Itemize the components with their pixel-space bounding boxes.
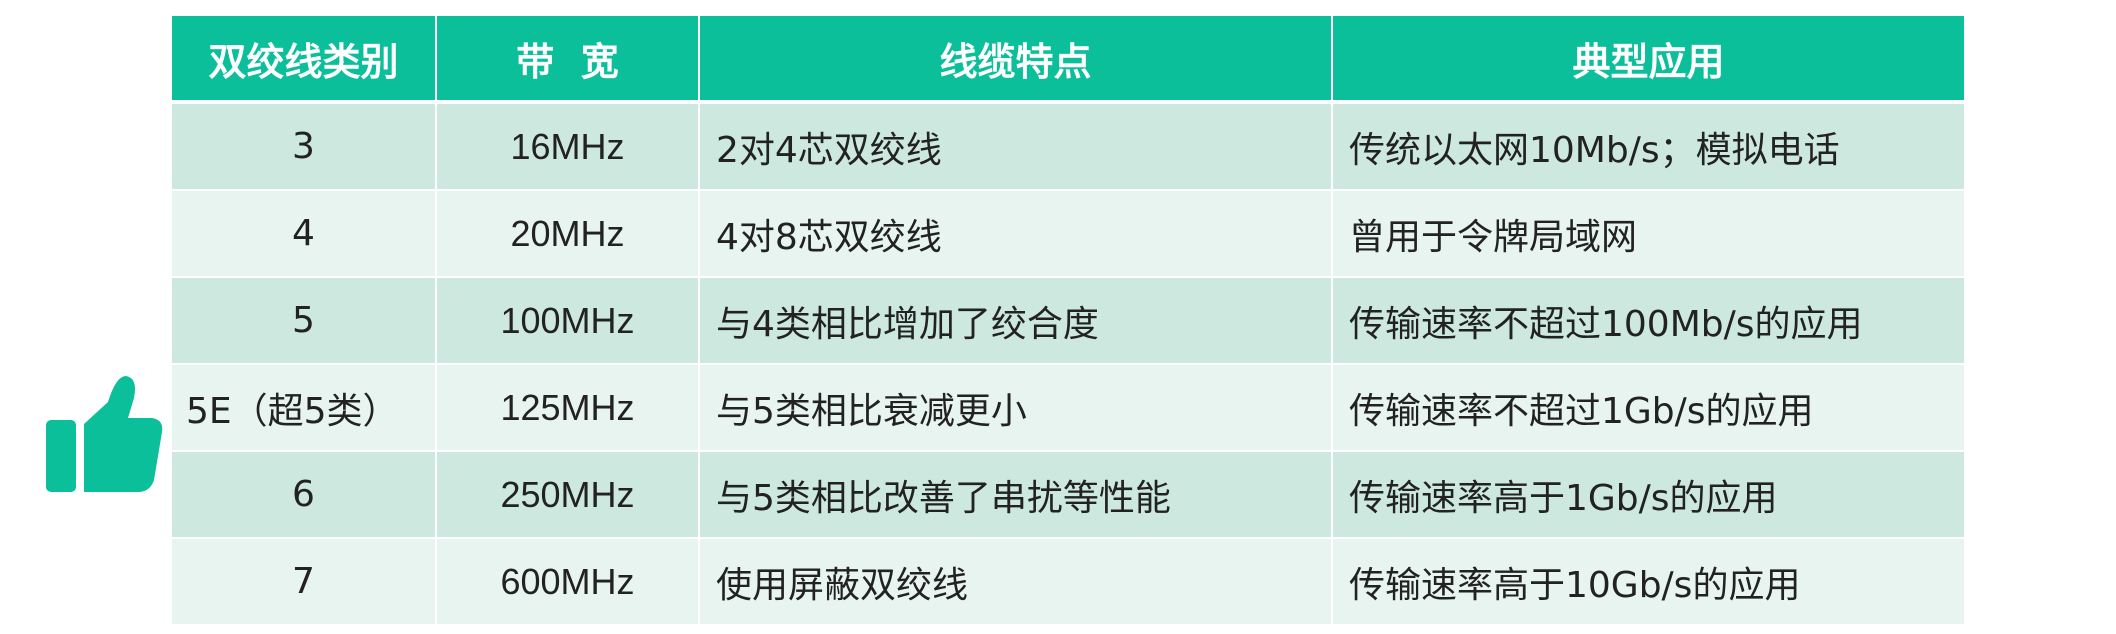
cell-feature: 与5类相比改善了串扰等性能 <box>699 451 1333 539</box>
cell-application: 曾用于令牌局域网 <box>1332 190 1964 278</box>
header-application: 典型应用 <box>1332 16 1964 104</box>
cell-feature: 与5类相比衰减更小 <box>699 364 1333 452</box>
cell-application: 传输速率不超过1Gb/s的应用 <box>1332 364 1964 452</box>
table-row: 3 16MHz 2对4芯双绞线 传统以太网10Mb/s；模拟电话 <box>172 102 1964 191</box>
cell-category: 3 <box>172 102 437 191</box>
table-row: 6 250MHz 与5类相比改善了串扰等性能 传输速率高于1Gb/s的应用 <box>172 451 1964 539</box>
cell-bandwidth: 20MHz <box>436 190 700 278</box>
cell-feature: 4对8芯双绞线 <box>699 190 1333 278</box>
cell-application: 传输速率高于1Gb/s的应用 <box>1332 451 1964 539</box>
cell-bandwidth: 125MHz <box>436 364 700 452</box>
cell-bandwidth: 600MHz <box>436 538 700 626</box>
cell-feature: 与4类相比增加了绞合度 <box>699 277 1333 365</box>
table-row: 4 20MHz 4对8芯双绞线 曾用于令牌局域网 <box>172 190 1964 278</box>
table-row: 5 100MHz 与4类相比增加了绞合度 传输速率不超过100Mb/s的应用 <box>172 277 1964 365</box>
table-header-row: 双绞线类别 带 宽 线缆特点 典型应用 <box>172 16 1964 104</box>
table-row: 7 600MHz 使用屏蔽双绞线 传输速率高于10Gb/s的应用 <box>172 538 1964 626</box>
cell-bandwidth: 100MHz <box>436 277 700 365</box>
cell-category: 6 <box>172 451 437 539</box>
cell-application: 传输速率不超过100Mb/s的应用 <box>1332 277 1964 365</box>
cell-bandwidth: 16MHz <box>436 102 700 191</box>
table-row: 5E（超5类） 125MHz 与5类相比衰减更小 传输速率不超过1Gb/s的应用 <box>172 364 1964 452</box>
cell-category: 4 <box>172 190 437 278</box>
cell-category: 5 <box>172 277 437 365</box>
header-feature: 线缆特点 <box>699 16 1333 104</box>
cell-feature: 使用屏蔽双绞线 <box>699 538 1333 626</box>
header-category: 双绞线类别 <box>172 16 437 104</box>
cell-category: 7 <box>172 538 437 626</box>
cell-feature: 2对4芯双绞线 <box>699 102 1333 191</box>
cell-category: 5E（超5类） <box>172 364 437 452</box>
header-bandwidth: 带 宽 <box>436 16 700 104</box>
cell-application: 传统以太网10Mb/s；模拟电话 <box>1332 102 1964 191</box>
twisted-pair-cable-table: 双绞线类别 带 宽 线缆特点 典型应用 3 16MHz 2对4芯双绞线 传统以太… <box>172 16 1964 626</box>
cell-application: 传输速率高于10Gb/s的应用 <box>1332 538 1964 626</box>
cell-bandwidth: 250MHz <box>436 451 700 539</box>
thumbs-up-icon <box>46 376 163 492</box>
